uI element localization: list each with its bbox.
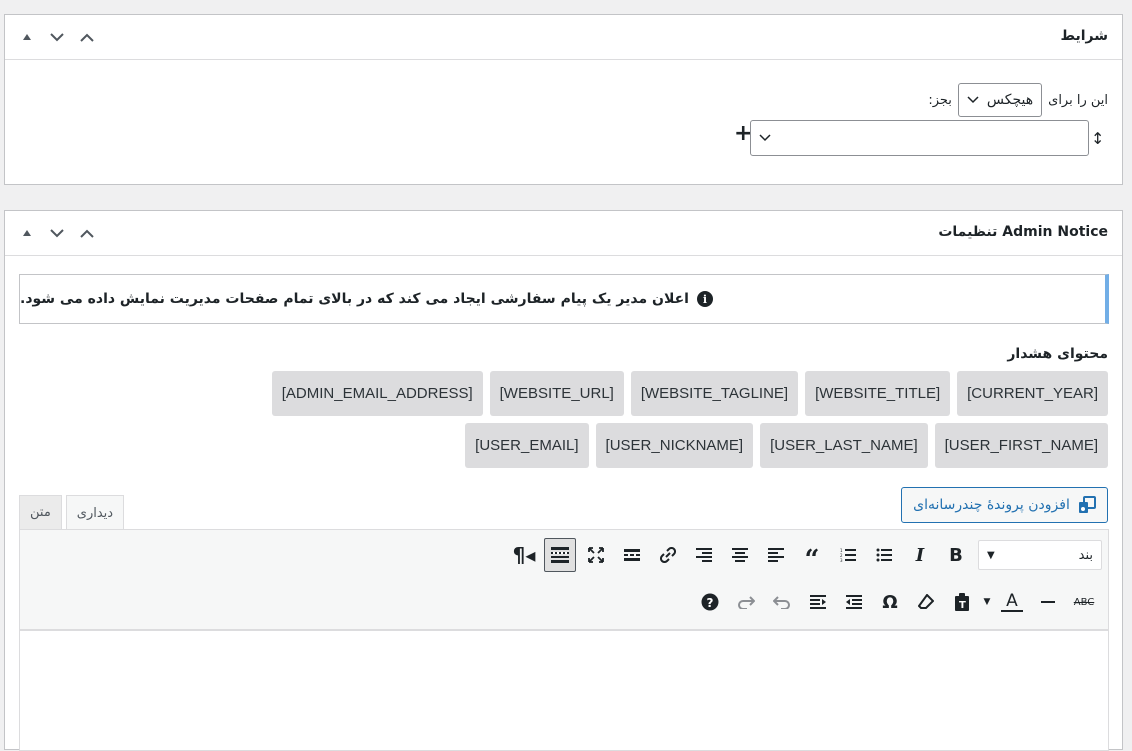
redo-icon[interactable] <box>728 585 764 619</box>
tag-website-url[interactable]: [WEBSITE_URL] <box>489 371 624 416</box>
content-label: محتوای هشدار <box>1007 346 1108 362</box>
condition-row: این را برای هیچکس بجز: <box>928 83 1108 117</box>
clear-formatting-icon[interactable] <box>908 585 944 619</box>
text-color-icon[interactable]: A <box>994 585 1030 619</box>
outdent-icon[interactable] <box>836 585 872 619</box>
panel-controls <box>17 223 97 243</box>
panel-controls <box>17 27 97 47</box>
editor-toolbar: بند ▼ B I 123 “ ¶◂ ABC A ▼ T Ω ? <box>19 529 1109 631</box>
chevron-up-icon[interactable] <box>77 223 97 243</box>
editor-content-area[interactable] <box>19 631 1109 751</box>
horizontal-line-icon[interactable] <box>1030 585 1066 619</box>
format-select-value: بند <box>1078 547 1093 563</box>
fullscreen-icon[interactable] <box>578 538 614 572</box>
indent-icon[interactable] <box>800 585 836 619</box>
sort-icon[interactable]: ↕ <box>1091 129 1104 148</box>
read-more-icon[interactable] <box>614 538 650 572</box>
svg-text:T: T <box>959 600 966 611</box>
paragraph-direction-icon[interactable]: ¶◂ <box>506 538 542 572</box>
bullet-list-icon[interactable] <box>866 538 902 572</box>
special-character-icon[interactable]: Ω <box>872 585 908 619</box>
align-right-icon[interactable] <box>686 538 722 572</box>
chevron-down-icon <box>759 134 771 142</box>
condition-suffix-label: بجز: <box>928 92 952 108</box>
tag-current-year[interactable]: [CURRENT_YEAR] <box>957 371 1108 416</box>
add-media-button[interactable]: افزودن پروندهٔ چندرسانه‌ای <box>901 487 1108 523</box>
chevron-up-icon[interactable] <box>77 27 97 47</box>
tag-website-title[interactable]: [WEBSITE_TITLE] <box>805 371 951 416</box>
admin-panel-title: Admin Notice تنظیمات <box>938 224 1108 240</box>
align-left-icon[interactable] <box>758 538 794 572</box>
move-up-small-icon[interactable] <box>17 27 37 47</box>
conditions-panel-header: شرایط <box>5 15 1122 60</box>
shortcode-tags: [CURRENT_YEAR] [WEBSITE_TITLE] [WEBSITE_… <box>128 371 1108 468</box>
link-icon[interactable] <box>650 538 686 572</box>
condition-prefix-label: این را برای <box>1048 92 1108 108</box>
notice-text: اعلان مدیر یک پیام سفارشی ایجاد می کند ک… <box>20 291 689 307</box>
admin-notice-panel: Admin Notice تنظیمات i اعلان مدیر یک پیا… <box>4 210 1123 751</box>
admin-panel-header: Admin Notice تنظیمات <box>5 211 1122 256</box>
strikethrough-icon[interactable]: ABC <box>1066 585 1102 619</box>
format-select[interactable]: بند ▼ <box>978 540 1102 570</box>
numbered-list-icon[interactable]: 123 <box>830 538 866 572</box>
toolbar-toggle-icon[interactable] <box>544 538 576 572</box>
tag-user-nickname[interactable]: [USER_NICKNAME] <box>595 423 754 468</box>
svg-text:?: ? <box>707 596 714 610</box>
conditions-title: شرایط <box>1060 28 1108 44</box>
dropdown-arrow-icon: ▼ <box>987 549 995 561</box>
bold-icon[interactable]: B <box>938 538 974 572</box>
italic-icon[interactable]: I <box>902 538 938 572</box>
blockquote-icon[interactable]: “ <box>794 538 830 575</box>
tag-user-email[interactable]: [USER_EMAIL] <box>465 423 589 468</box>
tag-user-first-name[interactable]: [USER_FIRST_NAME] <box>934 423 1108 468</box>
conditions-panel: شرایط این را برای هیچکس بجز: + ↕ <box>4 14 1123 185</box>
media-icon <box>1078 496 1096 513</box>
add-media-label: افزودن پروندهٔ چندرسانه‌ای <box>913 497 1070 513</box>
info-notice: i اعلان مدیر یک پیام سفارشی ایجاد می کند… <box>19 274 1109 324</box>
text-color-dropdown-icon[interactable]: ▼ <box>980 585 994 619</box>
paste-text-icon[interactable]: T <box>944 585 980 619</box>
chevron-down-icon <box>967 96 979 104</box>
move-up-small-icon[interactable] <box>17 223 37 243</box>
toolbar-row-1: بند ▼ B I 123 “ ¶◂ <box>506 538 1102 575</box>
undo-icon[interactable] <box>764 585 800 619</box>
svg-text:3: 3 <box>840 558 843 562</box>
condition-select-secondary[interactable] <box>750 120 1089 156</box>
editor-tabs: متن دیداری <box>19 495 128 530</box>
tab-visual[interactable]: دیداری <box>65 495 125 530</box>
tag-admin-email-address[interactable]: [ADMIN_EMAIL_ADDRESS] <box>271 371 483 416</box>
tab-text[interactable]: متن <box>19 495 62 529</box>
tag-user-last-name[interactable]: [USER_LAST_NAME] <box>760 423 928 468</box>
align-center-icon[interactable] <box>722 538 758 572</box>
condition-select-value: هیچکس <box>986 92 1034 108</box>
info-icon: i <box>696 291 713 307</box>
chevron-down-icon[interactable] <box>47 27 67 47</box>
tag-website-tagline[interactable]: [WEBSITE_TAGLINE] <box>630 371 799 416</box>
toolbar-row-2: ABC A ▼ T Ω ? <box>692 585 1102 619</box>
help-icon[interactable]: ? <box>692 585 728 619</box>
chevron-down-icon[interactable] <box>47 223 67 243</box>
condition-select[interactable]: هیچکس <box>957 83 1043 117</box>
